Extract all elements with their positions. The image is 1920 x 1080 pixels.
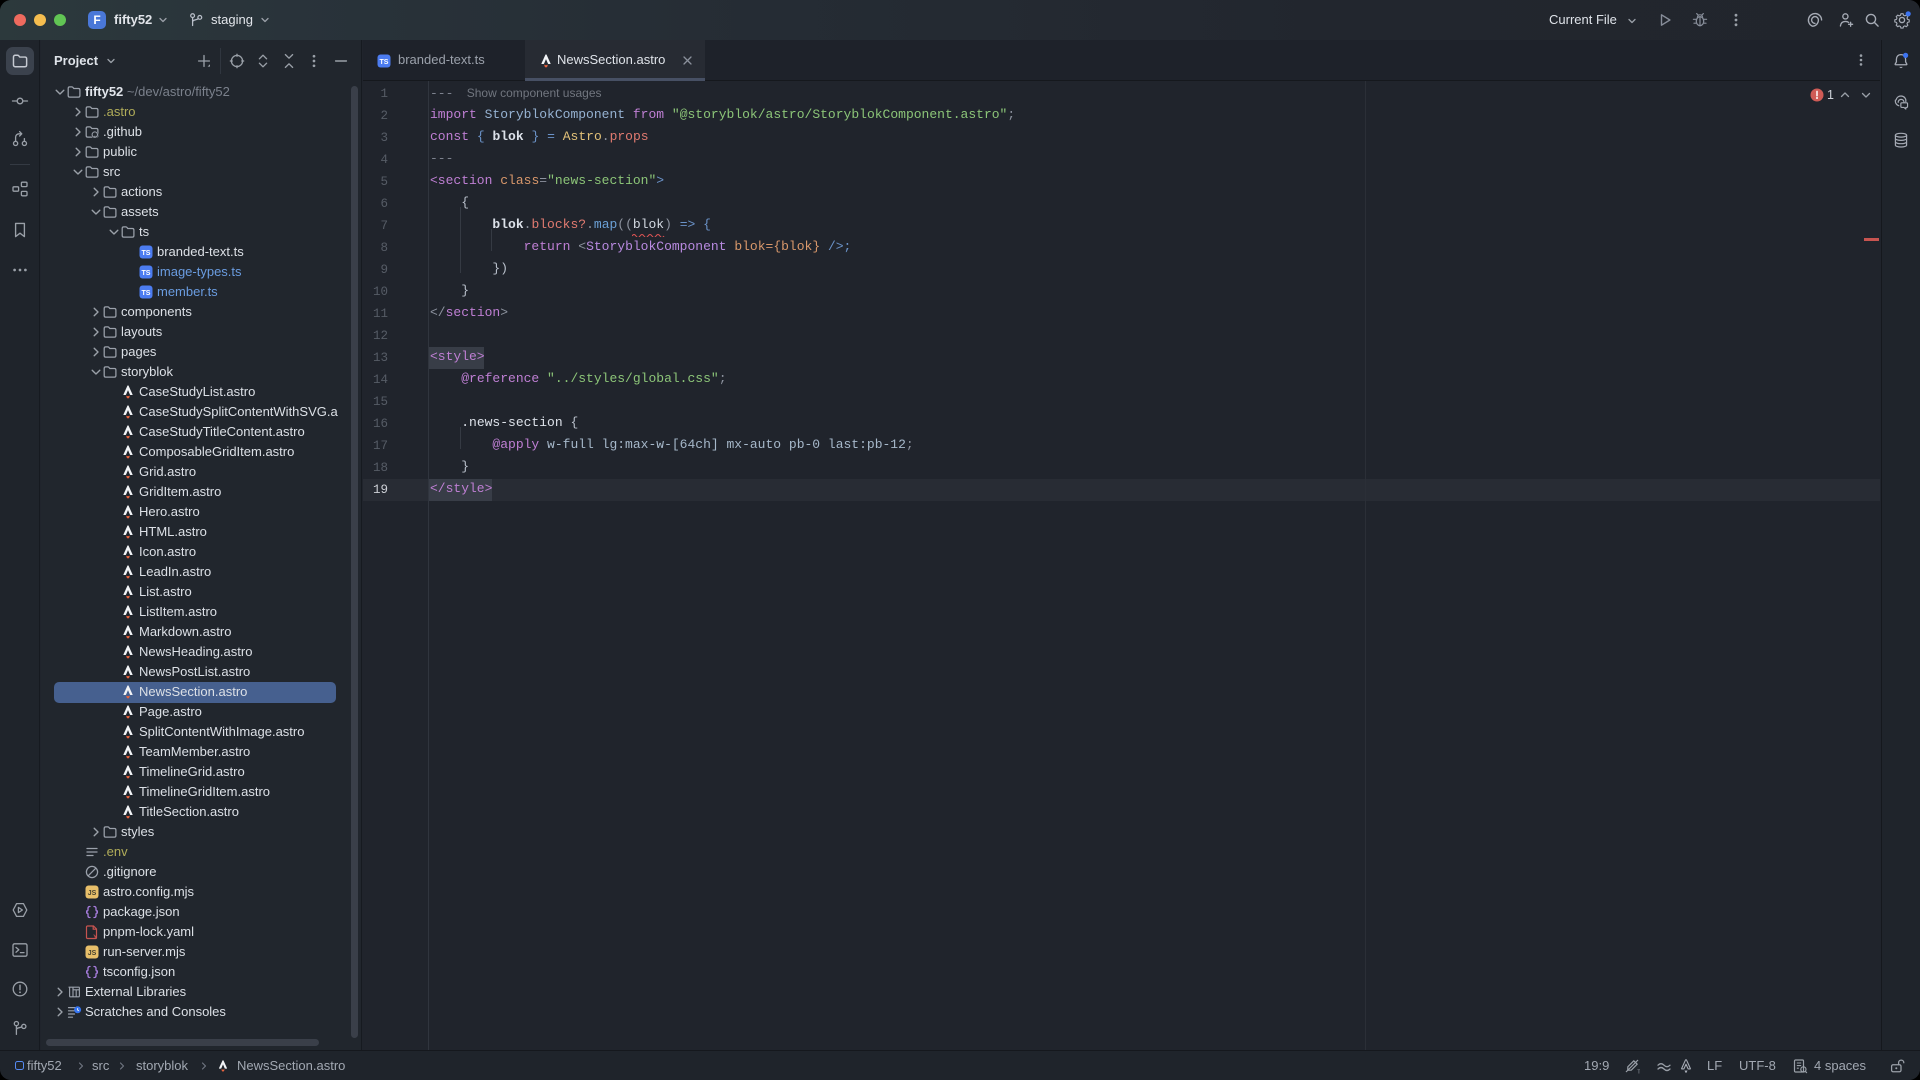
svg-text:T: T (1637, 1069, 1640, 1074)
